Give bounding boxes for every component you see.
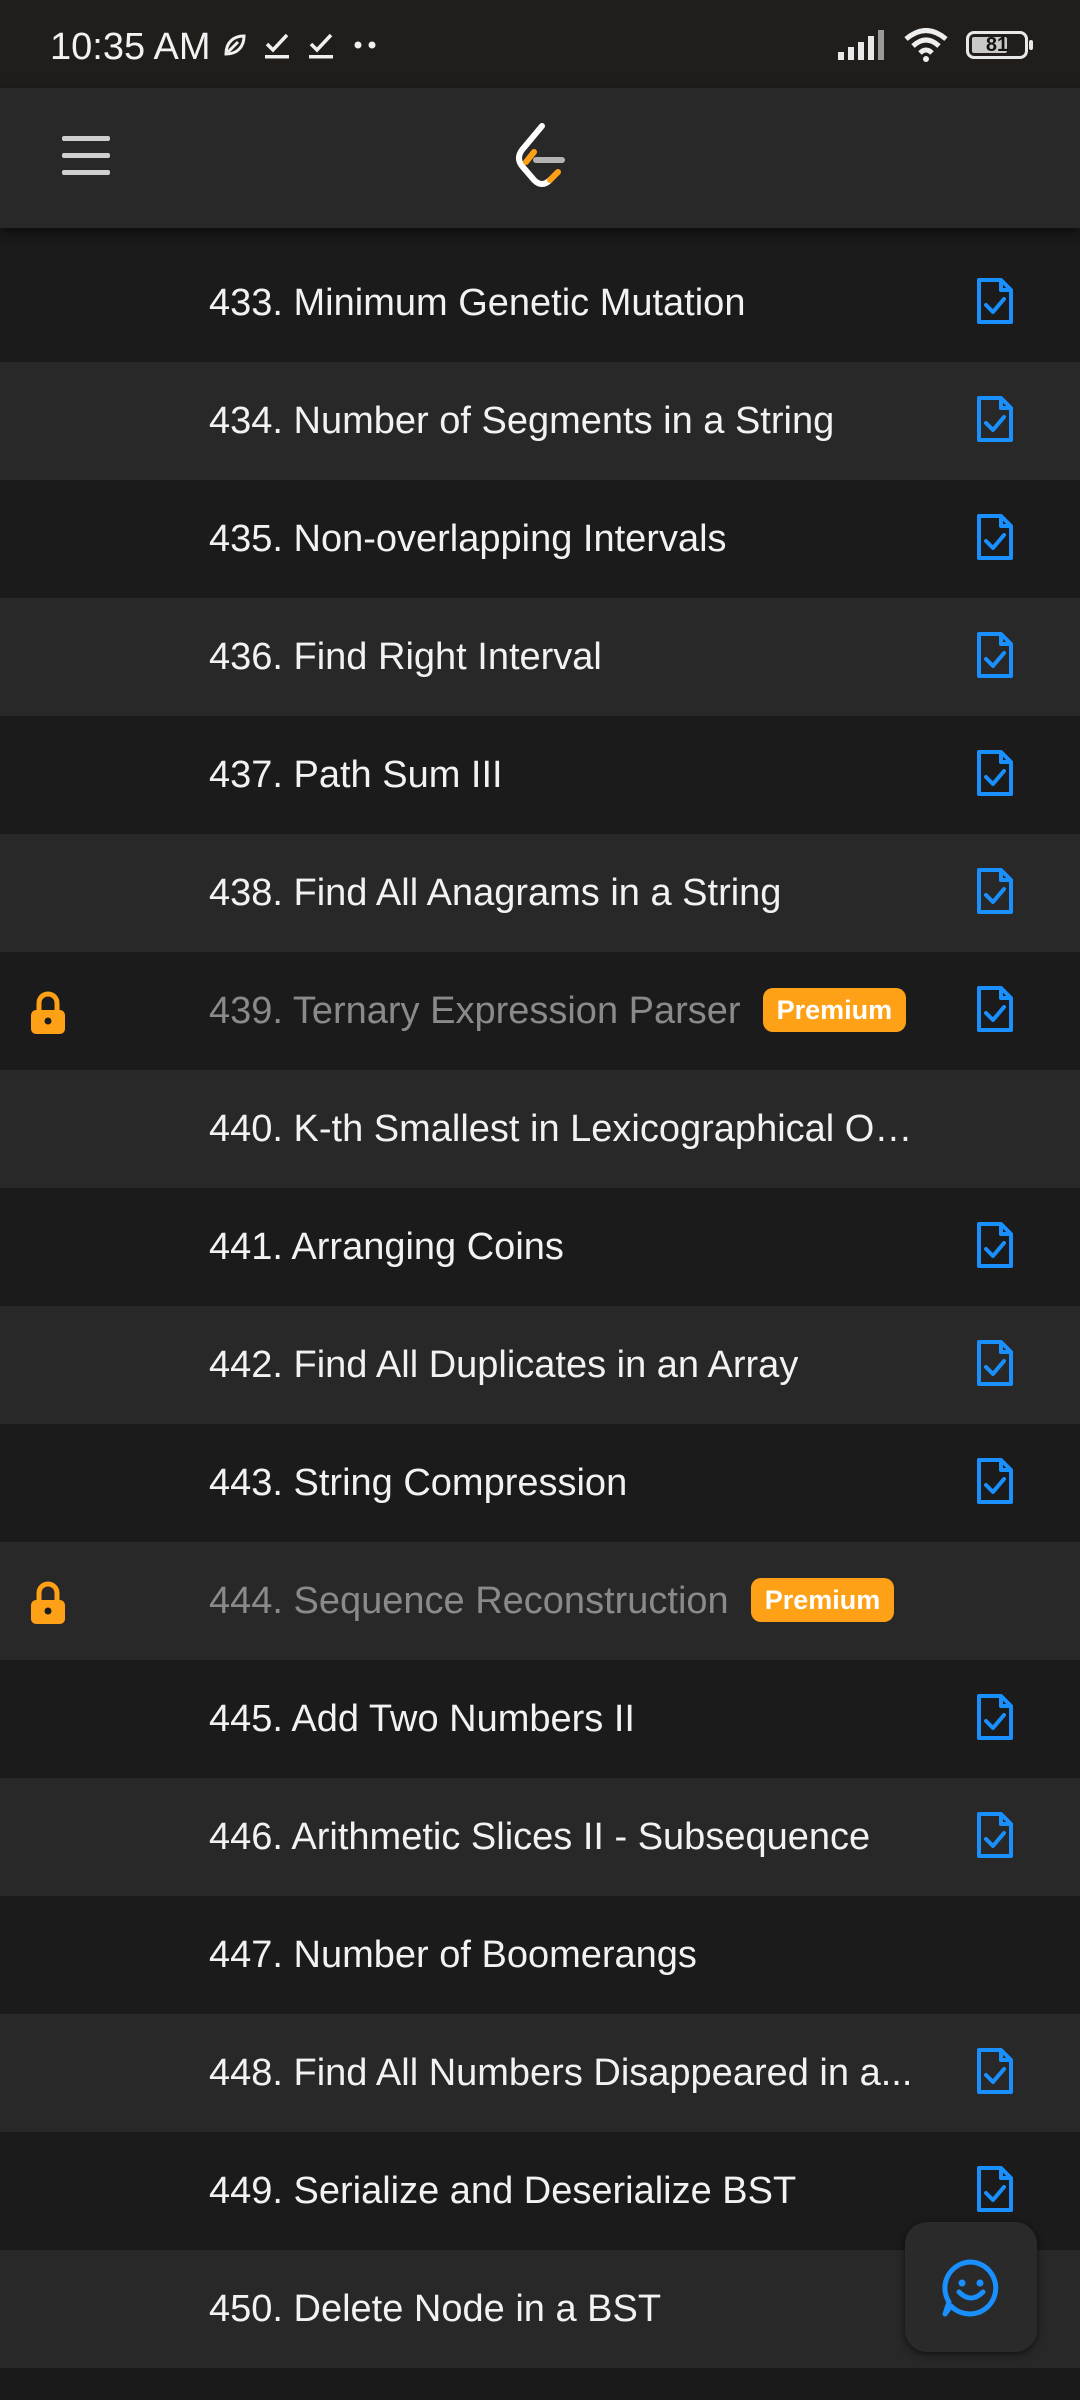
notification-check-icon — [265, 33, 289, 59]
status-bar: 10:35 AM 81 — [0, 0, 1080, 88]
solution-doc-icon[interactable] — [975, 1692, 1015, 1742]
problem-title[interactable]: 439. Ternary Expression Parser Premium — [209, 952, 907, 1070]
status-time: 10:35 AM — [50, 26, 211, 68]
problem-row[interactable]: 447. Number of Boomerangs — [0, 1896, 1080, 2014]
more-notifications-icon — [354, 41, 376, 49]
battery-level: 81 — [985, 34, 1009, 56]
battery-icon: 81 — [966, 31, 1033, 59]
problem-title[interactable]: 448. Find All Numbers Disappeared in a..… — [209, 2014, 912, 2132]
problem-row[interactable]: 434. Number of Segments in a String — [0, 362, 1080, 480]
notification-check-icon — [309, 33, 333, 59]
solution-doc-icon[interactable] — [975, 748, 1015, 798]
solution-doc-icon[interactable] — [975, 1810, 1015, 1860]
problem-row[interactable]: 446. Arithmetic Slices II - Subsequence — [0, 1778, 1080, 1896]
problem-title[interactable]: 447. Number of Boomerangs — [209, 1896, 697, 2014]
hamburger-menu-icon[interactable] — [62, 136, 110, 180]
problem-title[interactable]: 446. Arithmetic Slices II - Subsequence — [209, 1778, 870, 1896]
problem-title-text: 441. Arranging Coins — [209, 1226, 564, 1268]
problem-title-text: 437. Path Sum III — [209, 754, 503, 796]
problem-row[interactable]: 441. Arranging Coins — [0, 1188, 1080, 1306]
problem-row[interactable]: 443. String Compression — [0, 1424, 1080, 1542]
problem-row[interactable]: 436. Find Right Interval — [0, 598, 1080, 716]
solution-doc-icon[interactable] — [975, 2164, 1015, 2214]
problem-title-text: 447. Number of Boomerangs — [209, 1934, 697, 1976]
problem-title[interactable]: 435. Non-overlapping Intervals — [209, 480, 727, 598]
solution-doc-icon[interactable] — [975, 276, 1015, 326]
chat-smile-icon — [942, 2259, 999, 2317]
problem-title[interactable]: 437. Path Sum III — [209, 716, 503, 834]
problem-title-text: 448. Find All Numbers Disappeared in a..… — [209, 2052, 913, 2094]
problem-title-text: 436. Find Right Interval — [209, 636, 602, 678]
solution-doc-icon[interactable] — [975, 1220, 1015, 1270]
app-bar — [0, 88, 1080, 228]
leetcode-logo-icon[interactable] — [512, 122, 568, 192]
problem-title[interactable]: 441. Arranging Coins — [209, 1188, 564, 1306]
problem-title[interactable]: 450. Delete Node in a BST — [209, 2250, 661, 2368]
problem-title[interactable]: 434. Number of Segments in a String — [209, 362, 834, 480]
problem-title-text: 439. Ternary Expression Parser — [209, 990, 741, 1032]
problem-title-text: 446. Arithmetic Slices II - Subsequence — [209, 1816, 871, 1858]
problem-title-text: 434. Number of Segments in a String — [209, 400, 835, 442]
wifi-icon — [904, 28, 948, 62]
notification-leaf-icon — [224, 34, 246, 56]
problem-title-text: 449. Serialize and Deserialize BST — [209, 2170, 797, 2212]
problem-row[interactable]: 445. Add Two Numbers II — [0, 1660, 1080, 1778]
solution-doc-icon[interactable] — [975, 512, 1015, 562]
problem-row[interactable]: 442. Find All Duplicates in an Array — [0, 1306, 1080, 1424]
problem-title[interactable]: 443. String Compression — [209, 1424, 627, 1542]
problem-title-text: 435. Non-overlapping Intervals — [209, 518, 727, 560]
lock-icon — [31, 991, 65, 1034]
problem-row[interactable]: 438. Find All Anagrams in a String — [0, 834, 1080, 952]
problem-title-text: 442. Find All Duplicates in an Array — [209, 1344, 799, 1386]
notification-icons — [222, 30, 380, 60]
problem-title-text: 440. K-th Smallest in Lexicographical Or… — [209, 1108, 915, 1150]
problem-title[interactable]: 449. Serialize and Deserialize BST — [209, 2132, 796, 2250]
problem-list: 433. Minimum Genetic Mutation 434. Number… — [0, 244, 1080, 2368]
problem-row[interactable]: 439. Ternary Expression Parser Premium — [0, 952, 1080, 1070]
problem-title[interactable]: 440. K-th Smallest in Lexicographical Or… — [209, 1070, 915, 1188]
solution-doc-icon[interactable] — [975, 2046, 1015, 2096]
problem-title[interactable]: 438. Find All Anagrams in a String — [209, 834, 781, 952]
chat-feedback-button[interactable] — [905, 2222, 1037, 2352]
problem-row[interactable]: 437. Path Sum III — [0, 716, 1080, 834]
problem-title-text: 438. Find All Anagrams in a String — [209, 872, 782, 914]
problem-row[interactable]: 440. K-th Smallest in Lexicographical Or… — [0, 1070, 1080, 1188]
problem-title-text: 433. Minimum Genetic Mutation — [209, 282, 746, 324]
problem-title[interactable]: 445. Add Two Numbers II — [209, 1660, 635, 1778]
solution-doc-icon[interactable] — [975, 394, 1015, 444]
problem-title-text: 444. Sequence Reconstruction — [209, 1580, 729, 1622]
solution-doc-icon[interactable] — [975, 630, 1015, 680]
problem-row[interactable]: 435. Non-overlapping Intervals — [0, 480, 1080, 598]
problem-title[interactable]: 436. Find Right Interval — [209, 598, 602, 716]
premium-badge: Premium — [750, 1577, 895, 1622]
premium-badge: Premium — [762, 987, 907, 1032]
problem-title-text: 445. Add Two Numbers II — [209, 1698, 635, 1740]
problem-row[interactable]: 433. Minimum Genetic Mutation — [0, 244, 1080, 362]
problem-title[interactable]: 442. Find All Duplicates in an Array — [209, 1306, 798, 1424]
problem-title[interactable]: 433. Minimum Genetic Mutation — [209, 244, 745, 362]
solution-doc-icon[interactable] — [975, 866, 1015, 916]
signal-icon — [838, 30, 884, 60]
problem-row[interactable]: 448. Find All Numbers Disappeared in a..… — [0, 2014, 1080, 2132]
solution-doc-icon[interactable] — [975, 1338, 1015, 1388]
lock-icon — [31, 1581, 65, 1624]
problem-title-text: 450. Delete Node in a BST — [209, 2288, 662, 2330]
problem-row[interactable]: 444. Sequence Reconstruction Premium — [0, 1542, 1080, 1660]
problem-title[interactable]: 444. Sequence Reconstruction Premium — [209, 1542, 895, 1660]
solution-doc-icon[interactable] — [975, 1456, 1015, 1506]
solution-doc-icon[interactable] — [975, 984, 1015, 1034]
problem-title-text: 443. String Compression — [209, 1462, 628, 1504]
system-icons: 81 — [838, 28, 1033, 62]
